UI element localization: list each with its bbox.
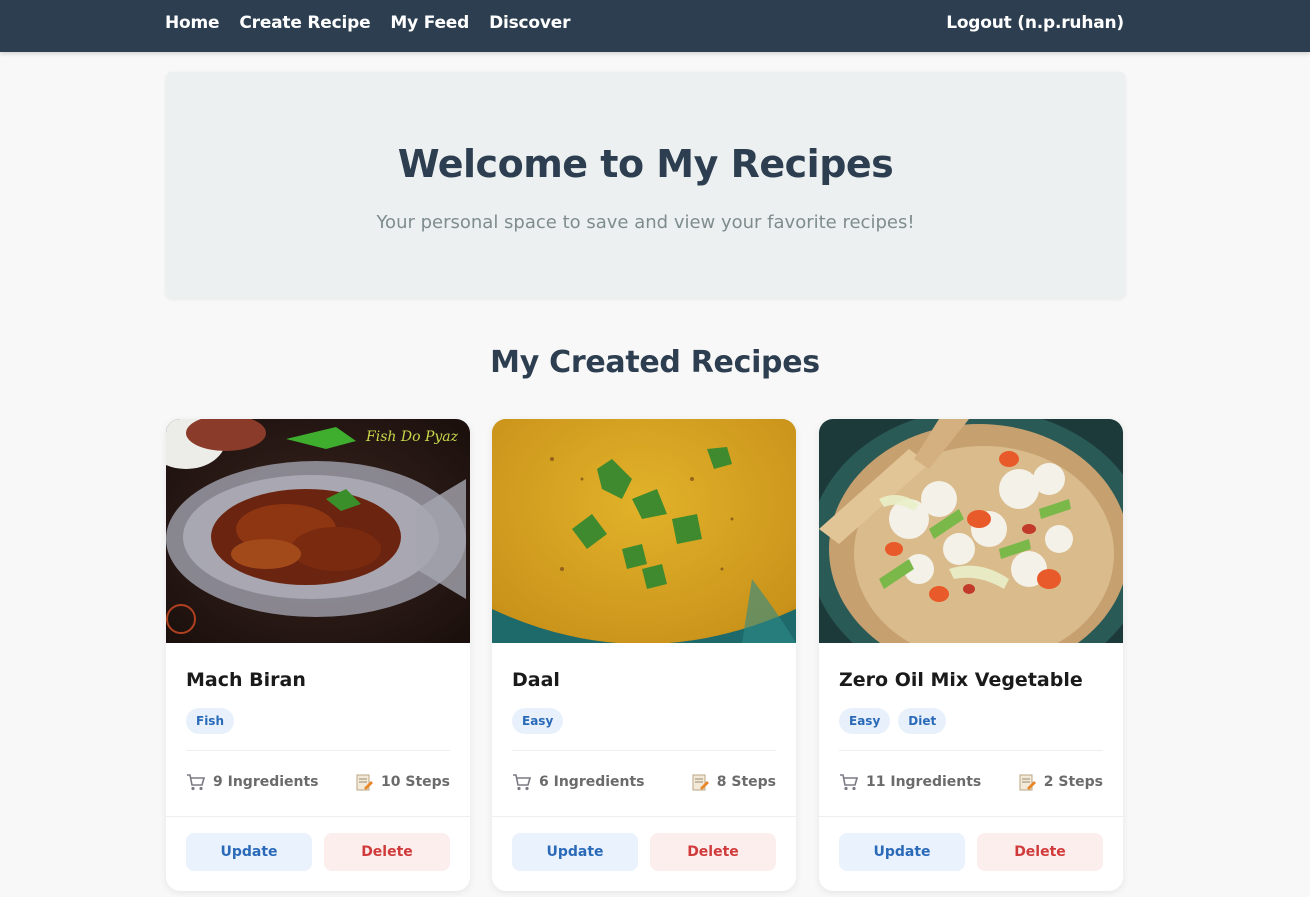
section-title: My Created Recipes xyxy=(490,345,820,380)
recipe-tags: Easy xyxy=(512,708,564,734)
recipe-image: Fish Do Pyaz xyxy=(166,419,470,643)
card-footer-divider xyxy=(166,816,470,817)
nav-link-home[interactable]: Home xyxy=(165,13,220,33)
recipe-meta: 6 Ingredients 8 Steps xyxy=(512,771,776,793)
ingredients-count: 6 Ingredients xyxy=(512,772,645,792)
memo-icon xyxy=(692,774,709,791)
recipe-card[interactable]: Zero Oil Mix Vegetable Easy Diet 11 Ingr… xyxy=(819,419,1123,891)
tag-badge: Easy xyxy=(512,708,564,734)
recipe-title: Mach Biran xyxy=(186,669,306,691)
steps-count: 10 Steps xyxy=(354,772,450,792)
recipe-meta: 11 Ingredients 2 Steps xyxy=(839,771,1103,793)
ingredients-label: 11 Ingredients xyxy=(866,774,982,790)
card-divider xyxy=(512,750,776,751)
nav-link-create-recipe[interactable]: Create Recipe xyxy=(239,13,370,33)
ingredients-count: 11 Ingredients xyxy=(839,772,981,792)
memo-icon xyxy=(1019,774,1036,791)
recipe-tags: Easy Diet xyxy=(839,708,947,734)
delete-button[interactable]: Delete xyxy=(977,833,1103,871)
shopping-cart-icon xyxy=(840,774,859,791)
tag-badge: Easy xyxy=(839,708,891,734)
hero-banner: Welcome to My Recipes Your personal spac… xyxy=(166,72,1125,298)
recipe-card[interactable]: Fish Do Pyaz Mach Biran Fish 9 Ingredien… xyxy=(166,419,470,891)
recipe-card[interactable]: Daal Easy 6 Ingredients 8 Steps Update D… xyxy=(492,419,796,891)
card-divider xyxy=(186,750,450,751)
navbar: Home Create Recipe My Feed Discover Logo… xyxy=(0,0,1310,52)
recipe-image xyxy=(492,419,796,643)
update-button[interactable]: Update xyxy=(186,833,312,871)
ingredients-label: 6 Ingredients xyxy=(539,774,645,790)
logout-link[interactable]: Logout (n.p.ruhan) xyxy=(946,13,1124,33)
shopping-cart-icon xyxy=(187,774,206,791)
ingredients-count: 9 Ingredients xyxy=(186,772,319,792)
recipe-title: Daal xyxy=(512,669,560,691)
update-button[interactable]: Update xyxy=(512,833,638,871)
ingredients-label: 9 Ingredients xyxy=(213,774,319,790)
delete-button[interactable]: Delete xyxy=(650,833,776,871)
hero-title: Welcome to My Recipes xyxy=(397,142,894,186)
steps-count: 8 Steps xyxy=(690,772,776,792)
steps-count: 2 Steps xyxy=(1017,772,1103,792)
update-button[interactable]: Update xyxy=(839,833,965,871)
nav-link-my-feed[interactable]: My Feed xyxy=(390,13,469,33)
shopping-cart-icon xyxy=(513,774,532,791)
recipe-tags: Fish xyxy=(186,708,234,734)
steps-label: 8 Steps xyxy=(716,774,776,790)
steps-label: 2 Steps xyxy=(1043,774,1103,790)
card-footer-divider xyxy=(492,816,796,817)
recipe-meta: 9 Ingredients 10 Steps xyxy=(186,771,450,793)
steps-label: 10 Steps xyxy=(381,774,450,790)
card-divider xyxy=(839,750,1103,751)
card-footer-divider xyxy=(819,816,1123,817)
nav-links: Home Create Recipe My Feed Discover xyxy=(165,0,571,46)
delete-button[interactable]: Delete xyxy=(324,833,450,871)
tag-badge: Diet xyxy=(898,708,947,734)
image-overlay-text: Fish Do Pyaz xyxy=(365,429,459,445)
nav-link-discover[interactable]: Discover xyxy=(489,13,570,33)
recipe-image xyxy=(819,419,1123,643)
hero-subtitle: Your personal space to save and view you… xyxy=(376,212,915,233)
recipe-title: Zero Oil Mix Vegetable xyxy=(839,669,1083,691)
nav-right: Logout (n.p.ruhan) xyxy=(946,0,1124,46)
tag-badge: Fish xyxy=(186,708,234,734)
memo-icon xyxy=(356,774,374,791)
